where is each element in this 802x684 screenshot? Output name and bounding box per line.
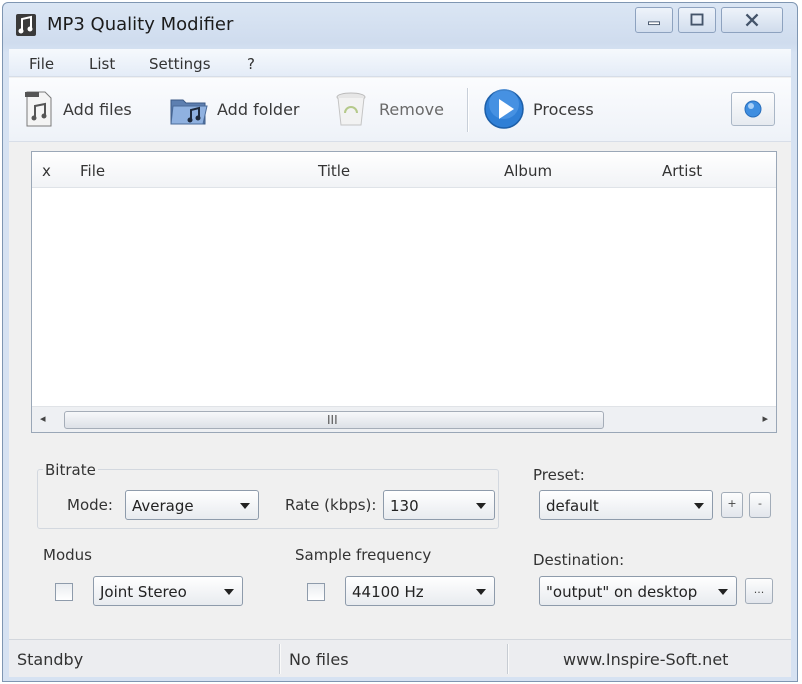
chevron-down-icon	[694, 503, 704, 509]
column-header-file[interactable]: File	[80, 162, 105, 180]
toolbar-separator	[467, 88, 469, 132]
toolbar: Add files Add folder Remove Process	[9, 78, 791, 142]
mode-value: Average	[132, 497, 194, 515]
close-icon	[745, 13, 759, 27]
rate-select[interactable]: 130	[383, 490, 495, 520]
add-preset-button[interactable]: +	[721, 492, 743, 518]
minimize-button[interactable]	[635, 7, 673, 33]
add-files-button[interactable]: Add files	[23, 88, 132, 130]
sample-frequency-label: Sample frequency	[295, 546, 432, 564]
maximize-icon	[690, 13, 704, 26]
column-header-title[interactable]: Title	[318, 162, 350, 180]
status-state-cell: Standby	[9, 640, 277, 678]
music-note-icon	[16, 14, 36, 36]
add-folder-button[interactable]: Add folder	[169, 88, 300, 130]
add-file-icon	[25, 91, 52, 127]
record-icon	[744, 100, 762, 118]
menu-list[interactable]: List	[89, 55, 115, 73]
preset-select[interactable]: default	[539, 490, 713, 520]
rate-value: 130	[390, 497, 419, 515]
minimize-icon	[648, 21, 660, 26]
sample-frequency-select[interactable]: 44100 Hz	[345, 576, 495, 606]
process-button[interactable]: Process	[483, 88, 594, 130]
scrollbar-thumb[interactable]: III	[64, 411, 604, 429]
file-list[interactable]: x File Title Album Artist ◂ III ▸	[31, 151, 777, 433]
website-link[interactable]: www.Inspire-Soft.net	[563, 650, 728, 669]
modus-value: Joint Stereo	[100, 583, 187, 601]
status-divider	[507, 644, 509, 674]
status-website-cell: www.Inspire-Soft.net	[511, 640, 789, 678]
remove-label: Remove	[379, 99, 444, 119]
bitrate-group-label: Bitrate	[43, 461, 98, 479]
trash-icon	[336, 92, 366, 126]
status-files: No files	[289, 650, 349, 669]
column-header-artist[interactable]: Artist	[662, 162, 702, 180]
menu-help[interactable]: ?	[247, 55, 255, 73]
menu-file[interactable]: File	[29, 55, 54, 73]
chevron-down-icon	[224, 589, 234, 595]
menu-bar: File List Settings ?	[9, 49, 791, 77]
status-divider	[279, 644, 281, 674]
scroll-right-icon[interactable]: ▸	[762, 412, 768, 425]
app-window: MP3 Quality Modifier File List Settings …	[2, 2, 798, 682]
title-bar[interactable]: MP3 Quality Modifier	[3, 3, 797, 47]
remove-preset-button[interactable]: -	[749, 492, 771, 518]
sample-frequency-checkbox[interactable]	[307, 583, 325, 601]
close-window-button[interactable]	[721, 7, 783, 33]
file-list-header: x File Title Album Artist	[32, 152, 776, 188]
mode-label: Mode:	[67, 496, 113, 514]
music-folder-icon	[170, 99, 208, 125]
chevron-down-icon	[476, 589, 486, 595]
status-bar: Standby No files www.Inspire-Soft.net	[9, 639, 791, 677]
window-title: MP3 Quality Modifier	[47, 14, 234, 35]
rate-label: Rate (kbps):	[285, 496, 377, 514]
add-folder-label: Add folder	[217, 99, 300, 119]
column-header-album[interactable]: Album	[504, 162, 552, 180]
menu-settings[interactable]: Settings	[149, 55, 211, 73]
destination-select[interactable]: "output" on desktop	[539, 576, 737, 606]
horizontal-scrollbar[interactable]: ◂ III ▸	[32, 406, 776, 432]
chevron-down-icon	[718, 589, 728, 595]
preset-value: default	[546, 497, 599, 515]
play-icon	[484, 89, 524, 129]
process-label: Process	[533, 99, 594, 119]
sample-frequency-value: 44100 Hz	[352, 583, 424, 601]
chevron-down-icon	[240, 503, 250, 509]
chevron-down-icon	[476, 503, 486, 509]
preset-label: Preset:	[533, 466, 585, 484]
modus-checkbox[interactable]	[55, 583, 73, 601]
modus-label: Modus	[43, 546, 92, 564]
status-files-cell: No files	[283, 640, 505, 678]
browse-destination-button[interactable]: ...	[745, 578, 773, 604]
destination-label: Destination:	[533, 551, 625, 569]
scroll-left-icon[interactable]: ◂	[40, 412, 46, 425]
main-panel: File List Settings ? Add files Add folde…	[9, 49, 791, 677]
destination-value: "output" on desktop	[546, 583, 698, 601]
status-state: Standby	[17, 650, 84, 669]
maximize-button[interactable]	[678, 7, 716, 33]
remove-button[interactable]: Remove	[331, 88, 444, 130]
column-header-remove[interactable]: x	[42, 162, 51, 180]
stop-button[interactable]	[731, 92, 775, 126]
add-files-label: Add files	[63, 99, 132, 119]
mode-select[interactable]: Average	[125, 490, 259, 520]
modus-select[interactable]: Joint Stereo	[93, 576, 243, 606]
scrollbar-grip: III	[327, 413, 338, 427]
